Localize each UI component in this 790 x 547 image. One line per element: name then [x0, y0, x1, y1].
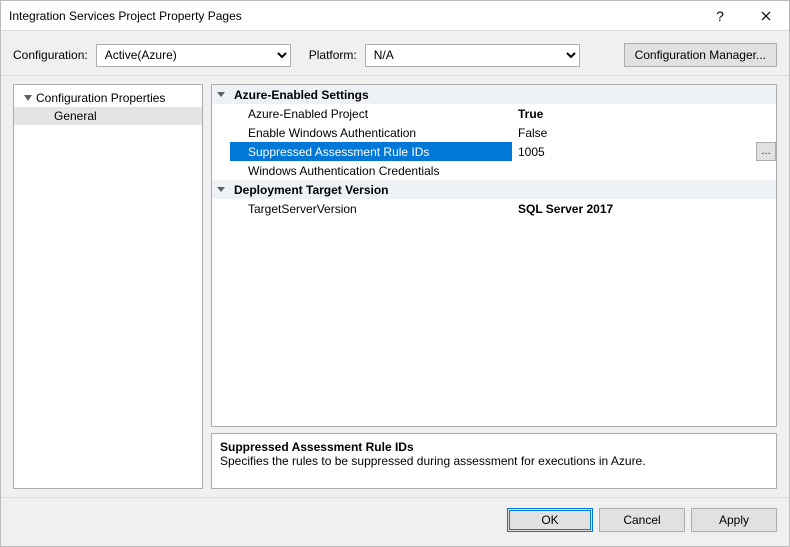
prop-target-server-version[interactable]: TargetServerVersion SQL Server 2017	[212, 199, 776, 218]
config-manager-button[interactable]: Configuration Manager...	[624, 43, 777, 67]
apply-button[interactable]: Apply	[691, 508, 777, 532]
prop-value[interactable]	[512, 161, 776, 180]
prop-name: Enable Windows Authentication	[230, 123, 512, 142]
category-label: Deployment Target Version	[230, 180, 512, 199]
description-title: Suppressed Assessment Rule IDs	[220, 440, 768, 454]
prop-name: Azure-Enabled Project	[230, 104, 512, 123]
window-title: Integration Services Project Property Pa…	[9, 9, 697, 23]
prop-value[interactable]: False	[512, 123, 776, 142]
property-grid: Azure-Enabled Settings Azure-Enabled Pro…	[211, 84, 777, 427]
right-column: Azure-Enabled Settings Azure-Enabled Pro…	[211, 84, 777, 489]
prop-value[interactable]: True	[512, 104, 776, 123]
tree-item-configuration-properties[interactable]: Configuration Properties	[14, 89, 202, 107]
footer: OK Cancel Apply	[1, 497, 789, 546]
prop-name: Windows Authentication Credentials	[230, 161, 512, 180]
titlebar: Integration Services Project Property Pa…	[1, 1, 789, 31]
tree-root-label: Configuration Properties	[36, 91, 165, 105]
prop-value[interactable]: 1005 …	[512, 142, 776, 161]
prop-suppressed-rule-ids[interactable]: Suppressed Assessment Rule IDs 1005 …	[212, 142, 776, 161]
chevron-down-icon[interactable]	[217, 92, 225, 97]
description-panel: Suppressed Assessment Rule IDs Specifies…	[211, 433, 777, 489]
close-icon	[761, 11, 771, 21]
chevron-down-icon[interactable]	[217, 187, 225, 192]
description-text: Specifies the rules to be suppressed dur…	[220, 454, 768, 468]
cancel-button[interactable]: Cancel	[599, 508, 685, 532]
prop-windows-auth-credentials[interactable]: Windows Authentication Credentials	[212, 161, 776, 180]
prop-enable-windows-auth[interactable]: Enable Windows Authentication False	[212, 123, 776, 142]
prop-value[interactable]: SQL Server 2017	[512, 199, 776, 218]
config-dropdown[interactable]: Active(Azure)	[96, 44, 291, 67]
config-bar: Configuration: Active(Azure) Platform: N…	[1, 31, 789, 76]
tree-item-general[interactable]: General	[14, 107, 202, 125]
ok-button[interactable]: OK	[507, 508, 593, 532]
category-azure-settings[interactable]: Azure-Enabled Settings	[212, 85, 776, 104]
platform-label: Platform:	[309, 48, 357, 62]
platform-dropdown[interactable]: N/A	[365, 44, 580, 67]
dialog-window: Integration Services Project Property Pa…	[0, 0, 790, 547]
category-deployment-target[interactable]: Deployment Target Version	[212, 180, 776, 199]
body-area: Configuration Properties General Azure-E…	[1, 76, 789, 497]
category-label: Azure-Enabled Settings	[230, 85, 512, 104]
prop-name: Suppressed Assessment Rule IDs	[230, 142, 512, 161]
config-label: Configuration:	[13, 48, 88, 62]
nav-tree[interactable]: Configuration Properties General	[13, 84, 203, 489]
prop-name: TargetServerVersion	[230, 199, 512, 218]
expand-icon[interactable]	[24, 95, 32, 101]
browse-button[interactable]: …	[756, 142, 776, 161]
close-button[interactable]	[743, 1, 789, 31]
help-button[interactable]: ?	[697, 1, 743, 31]
tree-child-label: General	[54, 109, 97, 123]
prop-azure-enabled-project[interactable]: Azure-Enabled Project True	[212, 104, 776, 123]
